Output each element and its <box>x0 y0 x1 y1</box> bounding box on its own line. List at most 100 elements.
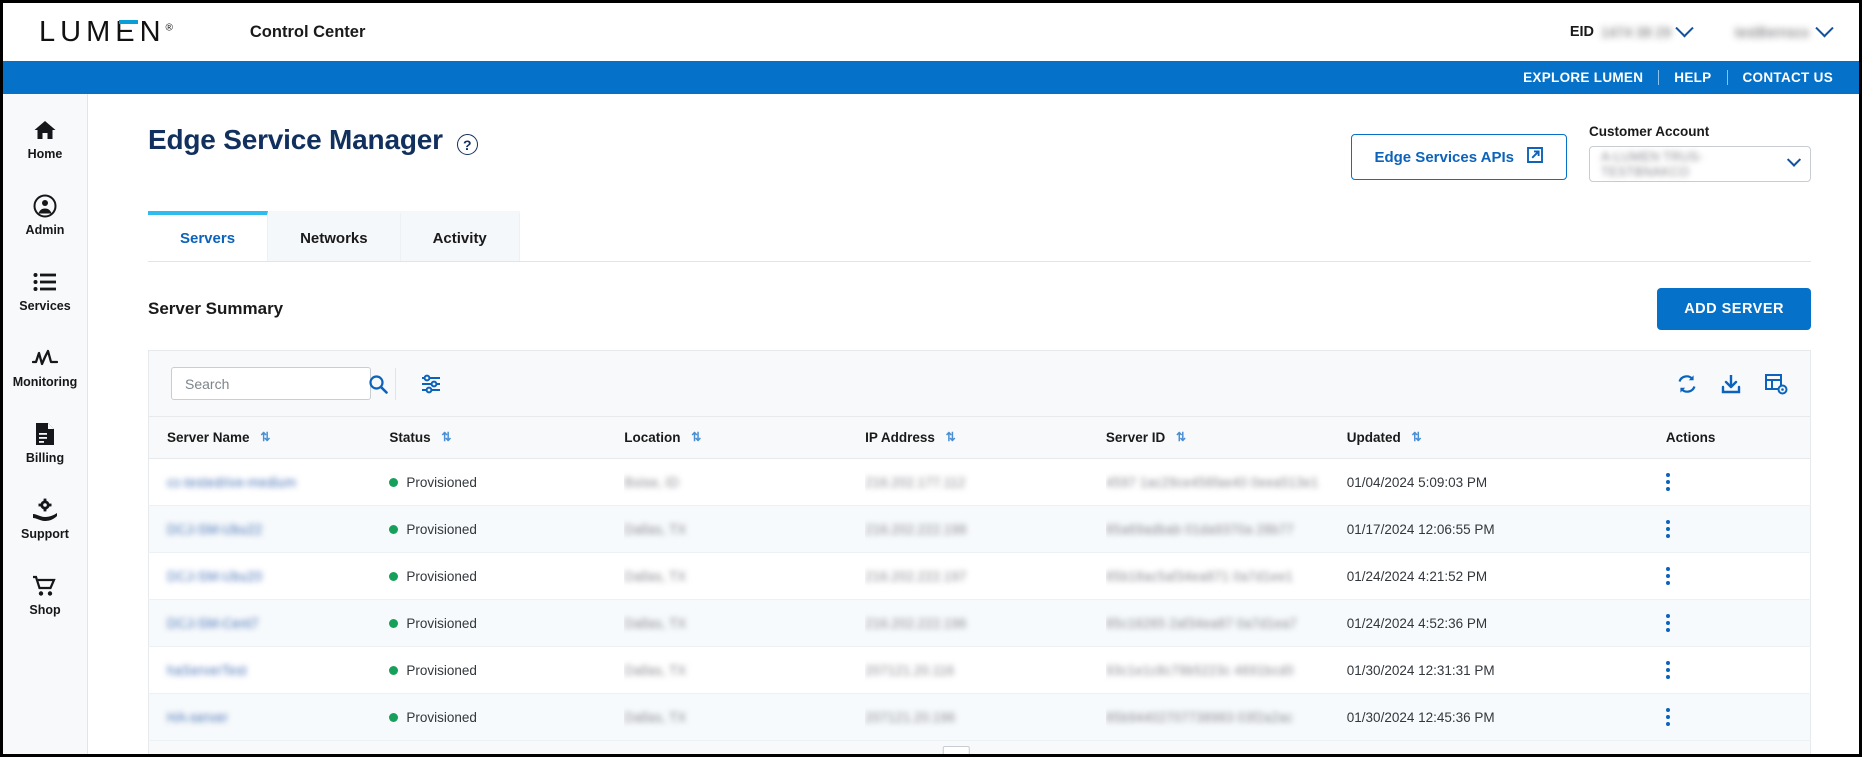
control-center-title: Control Center <box>249 22 366 41</box>
sidebar-item-billing[interactable]: Billing <box>3 410 87 475</box>
table-row[interactable]: HA-server Provisioned Dallas, TX 207121.… <box>148 693 1811 741</box>
column-header-status[interactable]: Status ⇅ <box>389 416 625 459</box>
server-name-link[interactable]: cc-testedrive-medium <box>167 475 296 490</box>
edge-services-apis-label: Edge Services APIs <box>1374 148 1514 166</box>
kebab-menu-icon[interactable] <box>1665 661 1670 679</box>
kebab-menu-icon[interactable] <box>1665 614 1670 632</box>
download-icon[interactable] <box>1720 373 1742 395</box>
server-summary-card: Server Summary ADD SERVER Search Server … <box>148 262 1811 755</box>
chevron-down-icon[interactable] <box>1786 152 1802 167</box>
top-header-right: EID 1474 38 29 testBernsco <box>1569 18 1834 40</box>
waveform-icon <box>32 345 58 371</box>
server-name-link[interactable]: haServerTest <box>167 663 247 678</box>
edge-services-apis-button[interactable]: Edge Services APIs <box>1351 134 1567 180</box>
home-icon <box>33 117 57 143</box>
shopping-cart-icon <box>32 573 58 599</box>
refresh-icon[interactable] <box>1676 373 1698 395</box>
column-header-server-name[interactable]: Server Name ⇅ <box>148 416 390 459</box>
column-label: Server ID <box>1105 430 1166 445</box>
column-header-ip-address[interactable]: IP Address ⇅ <box>865 416 1106 459</box>
updated-value: 01/24/2024 4:52:36 PM <box>1346 599 1666 647</box>
search-box[interactable] <box>171 367 388 400</box>
external-link-icon <box>1526 146 1544 168</box>
nav-divider <box>1658 70 1660 85</box>
first-page-icon[interactable]: |‹ <box>904 754 912 755</box>
tab-servers[interactable]: Servers <box>148 211 269 261</box>
search-icon[interactable] <box>368 374 388 394</box>
server-name-link[interactable]: HA-server <box>167 710 228 725</box>
sort-arrows-icon[interactable]: ⇅ <box>1412 430 1422 444</box>
sort-arrows-icon[interactable]: ⇅ <box>1176 430 1186 444</box>
sidebar-item-label: Admin <box>25 223 65 237</box>
next-page-icon[interactable]: › <box>1029 754 1034 755</box>
column-header-server-id[interactable]: Server ID ⇅ <box>1105 416 1347 459</box>
tab-label: Activity <box>432 230 487 247</box>
table-toolbar <box>148 350 1811 416</box>
column-header-location[interactable]: Location ⇅ <box>624 416 866 459</box>
status-cell: Provisioned <box>389 646 625 694</box>
sidebar-item-label: Billing <box>25 451 65 465</box>
server-name-link[interactable]: DCJ-SM-Ubu22 <box>167 522 262 537</box>
sort-arrows-icon[interactable]: ⇅ <box>260 430 270 444</box>
lumen-logo[interactable]: LUMEN® <box>39 15 173 48</box>
nav-explore-lumen[interactable]: EXPLORE LUMEN <box>1523 70 1643 85</box>
table-row[interactable]: DCJ-SM-Cent7 Provisioned Dallas, TX 216.… <box>148 599 1811 647</box>
eid-label: EID <box>1569 24 1594 40</box>
table-header-row: Server Name ⇅ Status ⇅ Location ⇅ IP Add… <box>148 416 1811 459</box>
sidebar-item-shop[interactable]: Shop <box>3 562 87 627</box>
server-name-link[interactable]: DCJ-SM-Ubu20 <box>167 569 262 584</box>
sidebar-item-support[interactable]: Support <box>3 486 87 551</box>
nav-contact-us[interactable]: CONTACT US <box>1743 70 1834 85</box>
filter-sliders-icon[interactable] <box>420 374 442 394</box>
left-sidebar: Home Admin Services Monitoring Billing S… <box>3 94 88 754</box>
table-row[interactable]: DCJ-SM-Ubu20 Provisioned Dallas, TX 216.… <box>148 552 1811 600</box>
add-server-button[interactable]: ADD SERVER <box>1657 288 1811 330</box>
server-table: Server Name ⇅ Status ⇅ Location ⇅ IP Add… <box>148 416 1811 741</box>
main-content: Edge Service Manager ? Edge Services API… <box>88 94 1859 755</box>
search-input[interactable] <box>183 374 368 393</box>
tab-label: Networks <box>300 230 368 247</box>
prev-page-icon[interactable]: ‹ <box>926 754 931 755</box>
customer-account-select[interactable]: A-LUMEN TRUS-TESTBNAKCO <box>1589 146 1811 182</box>
current-page-input[interactable]: 1 <box>943 746 971 754</box>
status-dot-icon <box>389 713 399 723</box>
chevron-down-icon[interactable] <box>1815 18 1834 37</box>
sidebar-item-home[interactable]: Home <box>3 106 87 171</box>
sort-arrows-icon[interactable]: ⇅ <box>946 430 956 444</box>
account-selector[interactable]: testBernsco <box>1735 18 1834 40</box>
server-name-link[interactable]: DCJ-SM-Cent7 <box>167 616 259 631</box>
table-row[interactable]: DCJ-SM-Ubu22 Provisioned Dallas, TX 216.… <box>148 505 1811 553</box>
status-cell: Provisioned <box>389 693 625 741</box>
table-row[interactable]: haServerTest Provisioned Dallas, TX 2071… <box>148 646 1811 694</box>
tab-activity[interactable]: Activity <box>400 211 520 261</box>
question-mark-icon[interactable]: ? <box>456 134 478 155</box>
ip-address-value: 216.202.222.198 <box>865 521 967 537</box>
of-label: of <box>983 754 995 755</box>
user-circle-icon <box>33 193 57 219</box>
tab-bar: Servers Networks Activity <box>148 211 1811 262</box>
tab-networks[interactable]: Networks <box>268 211 401 261</box>
status-dot-icon <box>389 572 399 582</box>
kebab-menu-icon[interactable] <box>1665 520 1670 538</box>
table-row[interactable]: cc-testedrive-medium Provisioned Boise, … <box>148 458 1811 506</box>
chevron-down-icon[interactable] <box>1675 18 1694 37</box>
lumen-logo-accent-bar <box>118 19 138 24</box>
sort-arrows-icon[interactable]: ⇅ <box>441 430 451 444</box>
kebab-menu-icon[interactable] <box>1665 708 1670 726</box>
kebab-menu-icon[interactable] <box>1665 473 1670 491</box>
table-toolbar-actions <box>1676 373 1788 395</box>
sort-arrows-icon[interactable]: ⇅ <box>691 430 701 444</box>
table-settings-icon[interactable] <box>1764 373 1788 395</box>
sidebar-item-admin[interactable]: Admin <box>3 182 87 247</box>
sidebar-item-monitoring[interactable]: Monitoring <box>3 334 87 399</box>
kebab-menu-icon[interactable] <box>1665 567 1670 585</box>
lumen-logo-text: LUMEN <box>39 15 166 48</box>
sidebar-item-label: Home <box>27 147 63 161</box>
sidebar-item-services[interactable]: Services <box>3 258 87 323</box>
status-label: Provisioned <box>406 474 477 490</box>
nav-help[interactable]: HELP <box>1674 70 1711 85</box>
eid-selector[interactable]: EID 1474 38 29 <box>1569 18 1694 40</box>
toolbar-divider <box>395 367 396 400</box>
column-header-updated[interactable]: Updated ⇅ <box>1346 416 1666 459</box>
last-page-icon[interactable]: ›| <box>1046 754 1054 755</box>
